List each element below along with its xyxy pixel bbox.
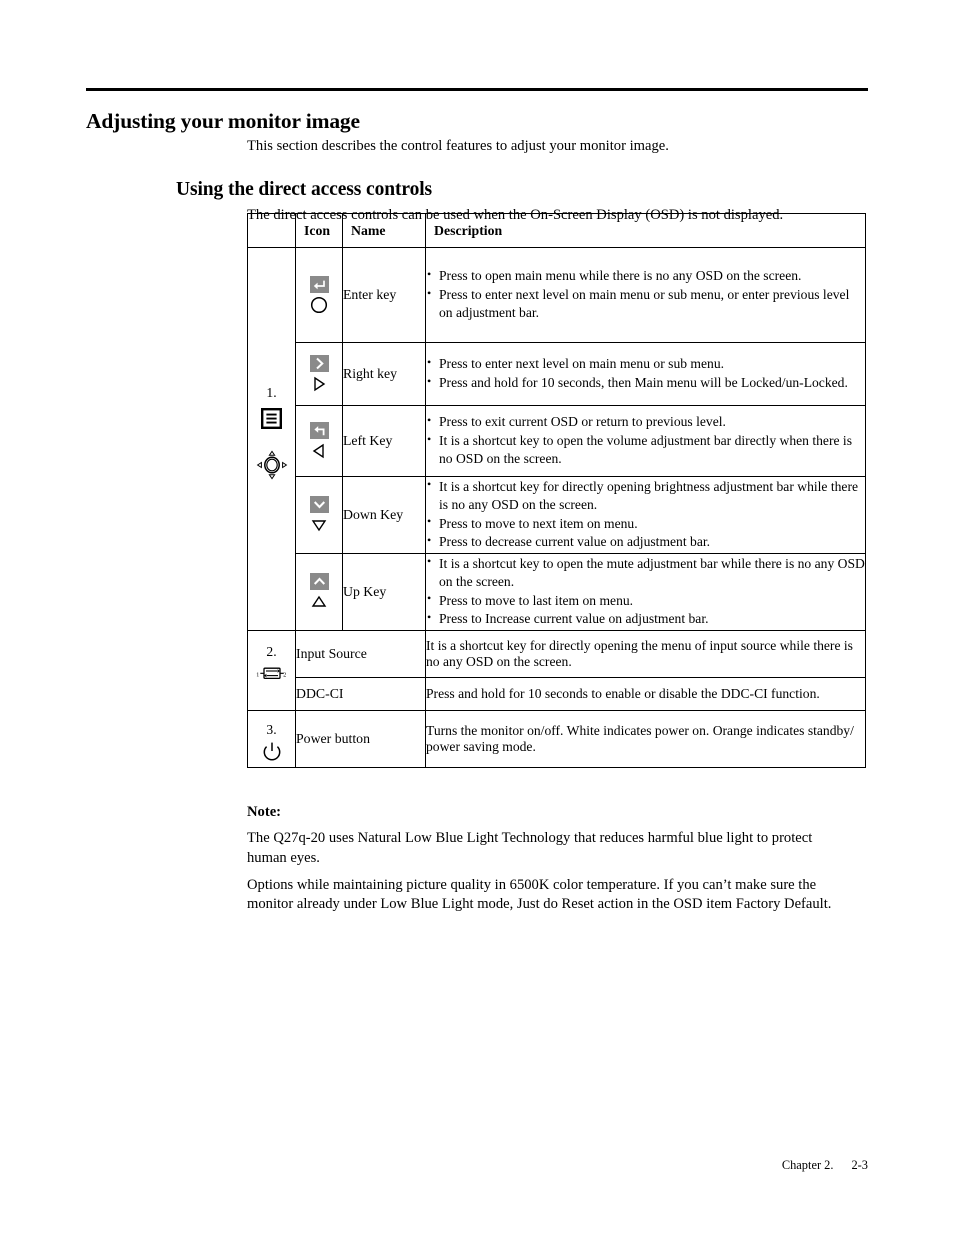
description-cell-ddc-ci: Press and hold for 10 seconds to enable … bbox=[425, 677, 866, 711]
bullet-item: Press to enter next level on main menu o… bbox=[426, 286, 865, 322]
bullet-item: Press to exit current OSD or return to p… bbox=[426, 413, 865, 431]
table-row: 3. Power button Turns the monitor on/off… bbox=[247, 710, 866, 768]
bullet-list: Press to enter next level on main menu o… bbox=[426, 355, 865, 392]
section-heading-direct-access: Using the direct access controls bbox=[176, 179, 433, 201]
input-source-icon: 1 2 bbox=[255, 664, 289, 687]
name-cell-input-source: Input Source bbox=[295, 630, 426, 678]
description-cell-enter-key: Press to open main menu while there is n… bbox=[425, 247, 866, 343]
table-row: Down Key It is a shortcut key for direct… bbox=[248, 476, 866, 554]
name-cell-ddc-ci: DDC-CI bbox=[295, 677, 426, 711]
group-number-label: 1. bbox=[266, 385, 277, 400]
svg-text:1: 1 bbox=[256, 672, 259, 678]
bullet-list: It is a shortcut key to open the mute ad… bbox=[426, 554, 865, 628]
bullet-item: Press and hold for 10 seconds, then Main… bbox=[426, 374, 865, 392]
column-header-description: Description bbox=[425, 213, 866, 248]
right-chevron-gray-icon bbox=[309, 355, 329, 372]
direct-access-controls-table: Icon Name Description 1. Enter key • Pre… bbox=[247, 213, 866, 768]
group-number-label: 2. bbox=[266, 644, 277, 659]
icon-cell-left-key bbox=[295, 405, 343, 477]
bullet-item: Press to Increase current value on adjus… bbox=[426, 610, 865, 628]
description-cell-power-button: Turns the monitor on/off. White indicate… bbox=[425, 710, 866, 768]
enter-key-gray-icon bbox=[309, 276, 329, 293]
column-header-icon: Icon bbox=[295, 213, 343, 248]
triangle-left-outline-icon bbox=[310, 442, 329, 460]
description-cell-input-source: It is a shortcut key for directly openin… bbox=[425, 630, 866, 678]
bullet-item: Press to move to last item on menu. bbox=[426, 591, 865, 610]
down-chevron-gray-icon bbox=[309, 496, 329, 513]
bullet-item: It is a shortcut key to open the volume … bbox=[426, 432, 865, 468]
document-page: Adjusting your monitor image This sectio… bbox=[0, 0, 954, 1235]
table-row: 2. 1 2 Input Source It is a shortcut key… bbox=[247, 630, 866, 711]
description-cell-left-key: Press to exit current OSD or return to p… bbox=[425, 405, 866, 477]
footer-chapter-label: Chapter 2. bbox=[781, 1158, 834, 1172]
description-cell-right-key: Press to enter next level on main menu o… bbox=[425, 342, 866, 406]
note-paragraph: Options while maintaining picture qualit… bbox=[247, 876, 832, 913]
note-paragraph: The Q27q-20 uses Natural Low Blue Light … bbox=[247, 829, 813, 866]
circle-outline-icon bbox=[310, 296, 329, 314]
description-cell-down-key: It is a shortcut key for directly openin… bbox=[425, 476, 866, 554]
joystick-icon bbox=[256, 450, 288, 484]
group-number-label: 3. bbox=[266, 722, 277, 737]
table-row: DDC-CI Press and hold for 10 seconds to … bbox=[248, 677, 866, 711]
name-cell-power-button: Power button bbox=[295, 710, 426, 768]
name-cell-left-key: Left Key bbox=[342, 405, 426, 477]
bullet-list: Press to exit current OSD or return to p… bbox=[426, 413, 865, 467]
table-row: 1. Enter key • Press to open main menu w… bbox=[247, 247, 866, 631]
column-header-name: Name bbox=[342, 213, 426, 248]
page-title: Adjusting your monitor image bbox=[86, 109, 360, 134]
bullet-item: Press to open main menu while there is n… bbox=[426, 267, 865, 285]
group-1-number-cell: 1. bbox=[247, 247, 296, 631]
column-header-number bbox=[247, 213, 296, 248]
bullet-item: Press to enter next level on main menu o… bbox=[426, 355, 865, 373]
group-3-number-cell: 3. bbox=[247, 710, 296, 768]
icon-cell-down-key bbox=[295, 476, 343, 554]
bullet-list: Press to open main menu while there is n… bbox=[426, 267, 865, 321]
table-header-row: Icon Name Description bbox=[247, 213, 866, 248]
table-row: Left Key Press to exit current OSD or re… bbox=[248, 405, 866, 477]
page-footer: Chapter 2. 2-3 bbox=[0, 1158, 868, 1173]
power-icon bbox=[261, 741, 283, 767]
header-rule bbox=[86, 88, 868, 91]
description-cell-up-key: It is a shortcut key to open the mute ad… bbox=[425, 553, 866, 631]
name-cell-right-key: Right key bbox=[342, 342, 426, 406]
bullet-item: Press to move to next item on menu. bbox=[426, 514, 865, 533]
section-intro-paragraph: This section describes the control featu… bbox=[247, 137, 669, 154]
note-section: Note: The Q27q-20 uses Natural Low Blue … bbox=[247, 803, 855, 922]
icon-cell-right-key bbox=[295, 342, 343, 406]
bullet-list: It is a shortcut key for directly openin… bbox=[426, 477, 865, 551]
back-arrow-gray-icon bbox=[309, 422, 329, 439]
table-row: Right key Press to enter next level on m… bbox=[248, 342, 866, 406]
triangle-down-outline-icon bbox=[310, 516, 329, 534]
icon-cell-up-key bbox=[295, 553, 343, 631]
triangle-up-outline-icon bbox=[310, 593, 329, 611]
up-chevron-gray-icon bbox=[309, 573, 329, 590]
footer-page-number: 2-3 bbox=[851, 1158, 868, 1172]
bullet-item: It is a shortcut key to open the mute ad… bbox=[426, 554, 865, 591]
name-cell-down-key: Down Key bbox=[342, 476, 426, 554]
table-row: Up Key It is a shortcut key to open the … bbox=[248, 553, 866, 631]
group-2-number-cell: 2. 1 2 bbox=[247, 630, 296, 711]
bullet-item: Press to decrease current value on adjus… bbox=[426, 533, 865, 551]
bullet-item: It is a shortcut key for directly openin… bbox=[426, 477, 865, 514]
name-cell-enter-key: Enter key bbox=[342, 247, 426, 343]
note-title: Note: bbox=[247, 804, 282, 820]
triangle-right-outline-icon bbox=[310, 375, 329, 393]
name-cell-up-key: Up Key bbox=[342, 553, 426, 631]
icon-cell-enter-key bbox=[295, 247, 343, 343]
menu-box-icon bbox=[261, 407, 283, 433]
